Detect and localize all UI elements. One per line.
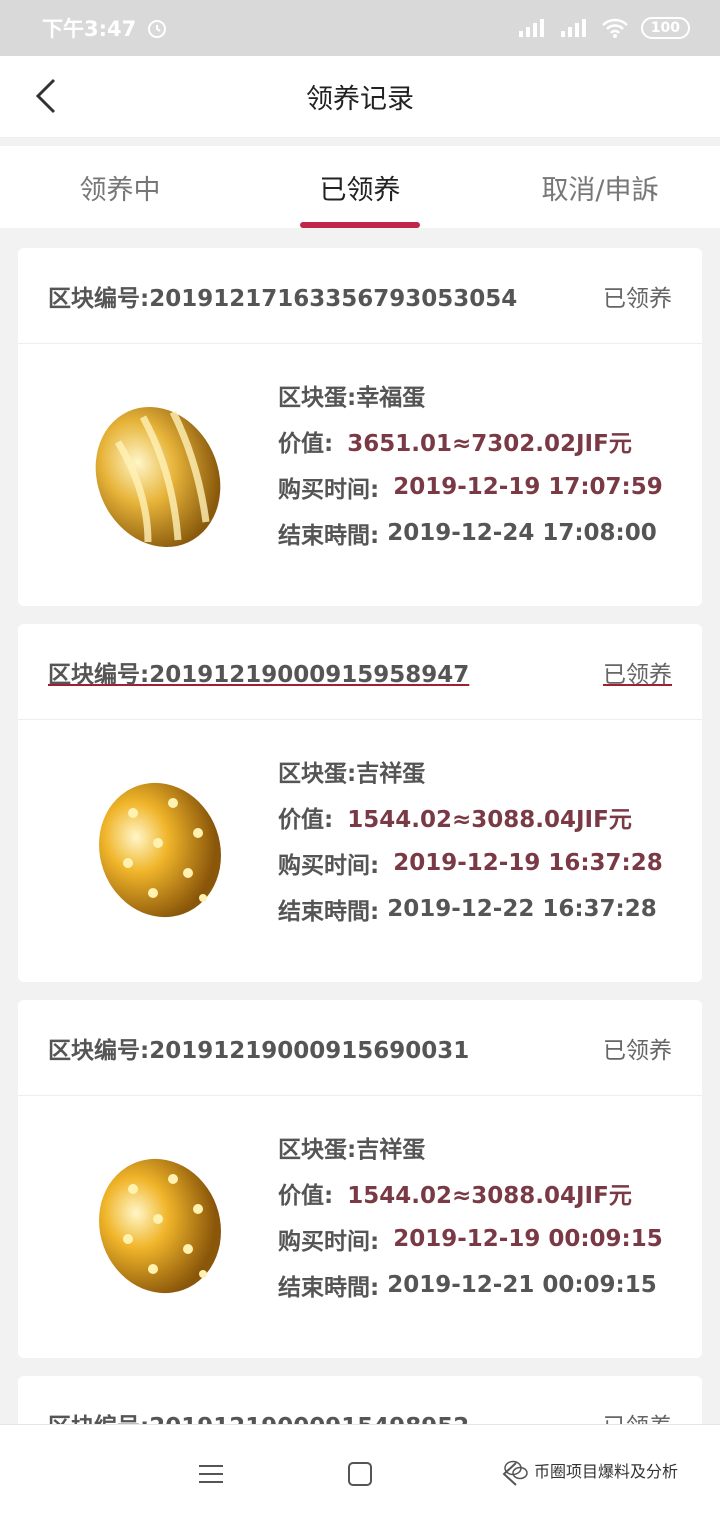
signal-icon bbox=[560, 19, 586, 37]
buy-time-label: 购买时间: bbox=[278, 1229, 380, 1255]
back-arrow-icon bbox=[35, 78, 56, 114]
golden-egg-dotted-icon bbox=[99, 1158, 221, 1294]
record-header: 区块编号:20191217163356793053054 已领养 bbox=[18, 248, 702, 344]
end-time-label: 结束時間: bbox=[278, 899, 380, 925]
record-card[interactable]: 区块编号:20191219000915690031 已领养 区块蛋:吉祥蛋 价值… bbox=[18, 1000, 702, 1358]
battery-indicator: 100 bbox=[640, 17, 690, 39]
value-label: 价值: bbox=[278, 431, 334, 457]
buy-time: 2019-12-19 00:09:15 bbox=[393, 1226, 663, 1252]
alarm-icon bbox=[148, 20, 167, 38]
golden-egg-dotted-icon bbox=[99, 782, 221, 918]
tab-adopted[interactable]: 已领养 bbox=[240, 146, 480, 228]
end-time-label: 结束時間: bbox=[278, 1275, 380, 1301]
egg-type: 区块蛋:吉祥蛋 bbox=[278, 1137, 426, 1163]
menu-icon[interactable] bbox=[196, 1459, 226, 1489]
end-time: 2019-12-24 17:08:00 bbox=[387, 520, 657, 546]
page-title: 领养记录 bbox=[306, 84, 414, 115]
wifi-icon bbox=[601, 18, 628, 38]
signal-hd-icon bbox=[518, 19, 544, 37]
value-amount: 1544.02≈3088.04JIF元 bbox=[347, 1183, 632, 1209]
buy-time: 2019-12-19 16:37:28 bbox=[393, 850, 663, 876]
tab-adopting[interactable]: 领养中 bbox=[0, 146, 240, 228]
value-label: 价值: bbox=[278, 807, 334, 833]
back-button[interactable] bbox=[26, 76, 66, 116]
status-bar: 下午3:47 100 bbox=[0, 0, 720, 56]
record-status: 已领养 bbox=[603, 1037, 672, 1064]
status-time: 下午3:47 bbox=[42, 17, 137, 41]
record-status: 已领养 bbox=[603, 661, 672, 688]
buy-time-label: 购买时间: bbox=[278, 853, 380, 879]
wechat-icon bbox=[504, 1460, 528, 1480]
block-code: 区块编号:20191217163356793053054 bbox=[48, 285, 518, 312]
end-time: 2019-12-22 16:37:28 bbox=[387, 896, 657, 922]
value-amount: 3651.01≈7302.02JIF元 bbox=[347, 431, 632, 457]
golden-egg-striped-icon bbox=[95, 406, 221, 548]
record-status: 已领养 bbox=[603, 285, 672, 312]
watermark-text: 币圈项目爆料及分析 bbox=[534, 1462, 679, 1481]
buy-time-label: 购买时间: bbox=[278, 477, 380, 503]
end-time: 2019-12-21 00:09:15 bbox=[387, 1272, 657, 1298]
value-amount: 1544.02≈3088.04JIF元 bbox=[347, 807, 632, 833]
tab-cancel-appeal[interactable]: 取消/申訴 bbox=[480, 146, 720, 228]
watermark: 币圈项目爆料及分析 bbox=[504, 1458, 678, 1482]
egg-type: 区块蛋:幸福蛋 bbox=[278, 385, 426, 411]
record-card[interactable]: 区块编号:20191217163356793053054 已领养 区块蛋:幸福蛋… bbox=[18, 248, 702, 606]
record-header: 区块编号:20191219000915690031 已领养 bbox=[18, 1000, 702, 1096]
buy-time: 2019-12-19 17:07:59 bbox=[393, 474, 663, 500]
block-code: 区块编号:20191219000915958947 bbox=[48, 661, 470, 688]
block-code: 区块编号:20191219000915690031 bbox=[48, 1037, 470, 1064]
record-card[interactable]: 区块编号:20191219000915958947 已领养 区块蛋:吉祥蛋 价值… bbox=[18, 624, 702, 982]
value-label: 价值: bbox=[278, 1183, 334, 1209]
home-icon[interactable] bbox=[345, 1459, 375, 1489]
tab-bar: 领养中 已领养 取消/申訴 bbox=[0, 146, 720, 228]
record-header: 区块编号:20191219000915958947 已领养 bbox=[18, 624, 702, 720]
nav-bar: 领养记录 bbox=[0, 56, 720, 138]
egg-type: 区块蛋:吉祥蛋 bbox=[278, 761, 426, 787]
end-time-label: 结束時間: bbox=[278, 523, 380, 549]
